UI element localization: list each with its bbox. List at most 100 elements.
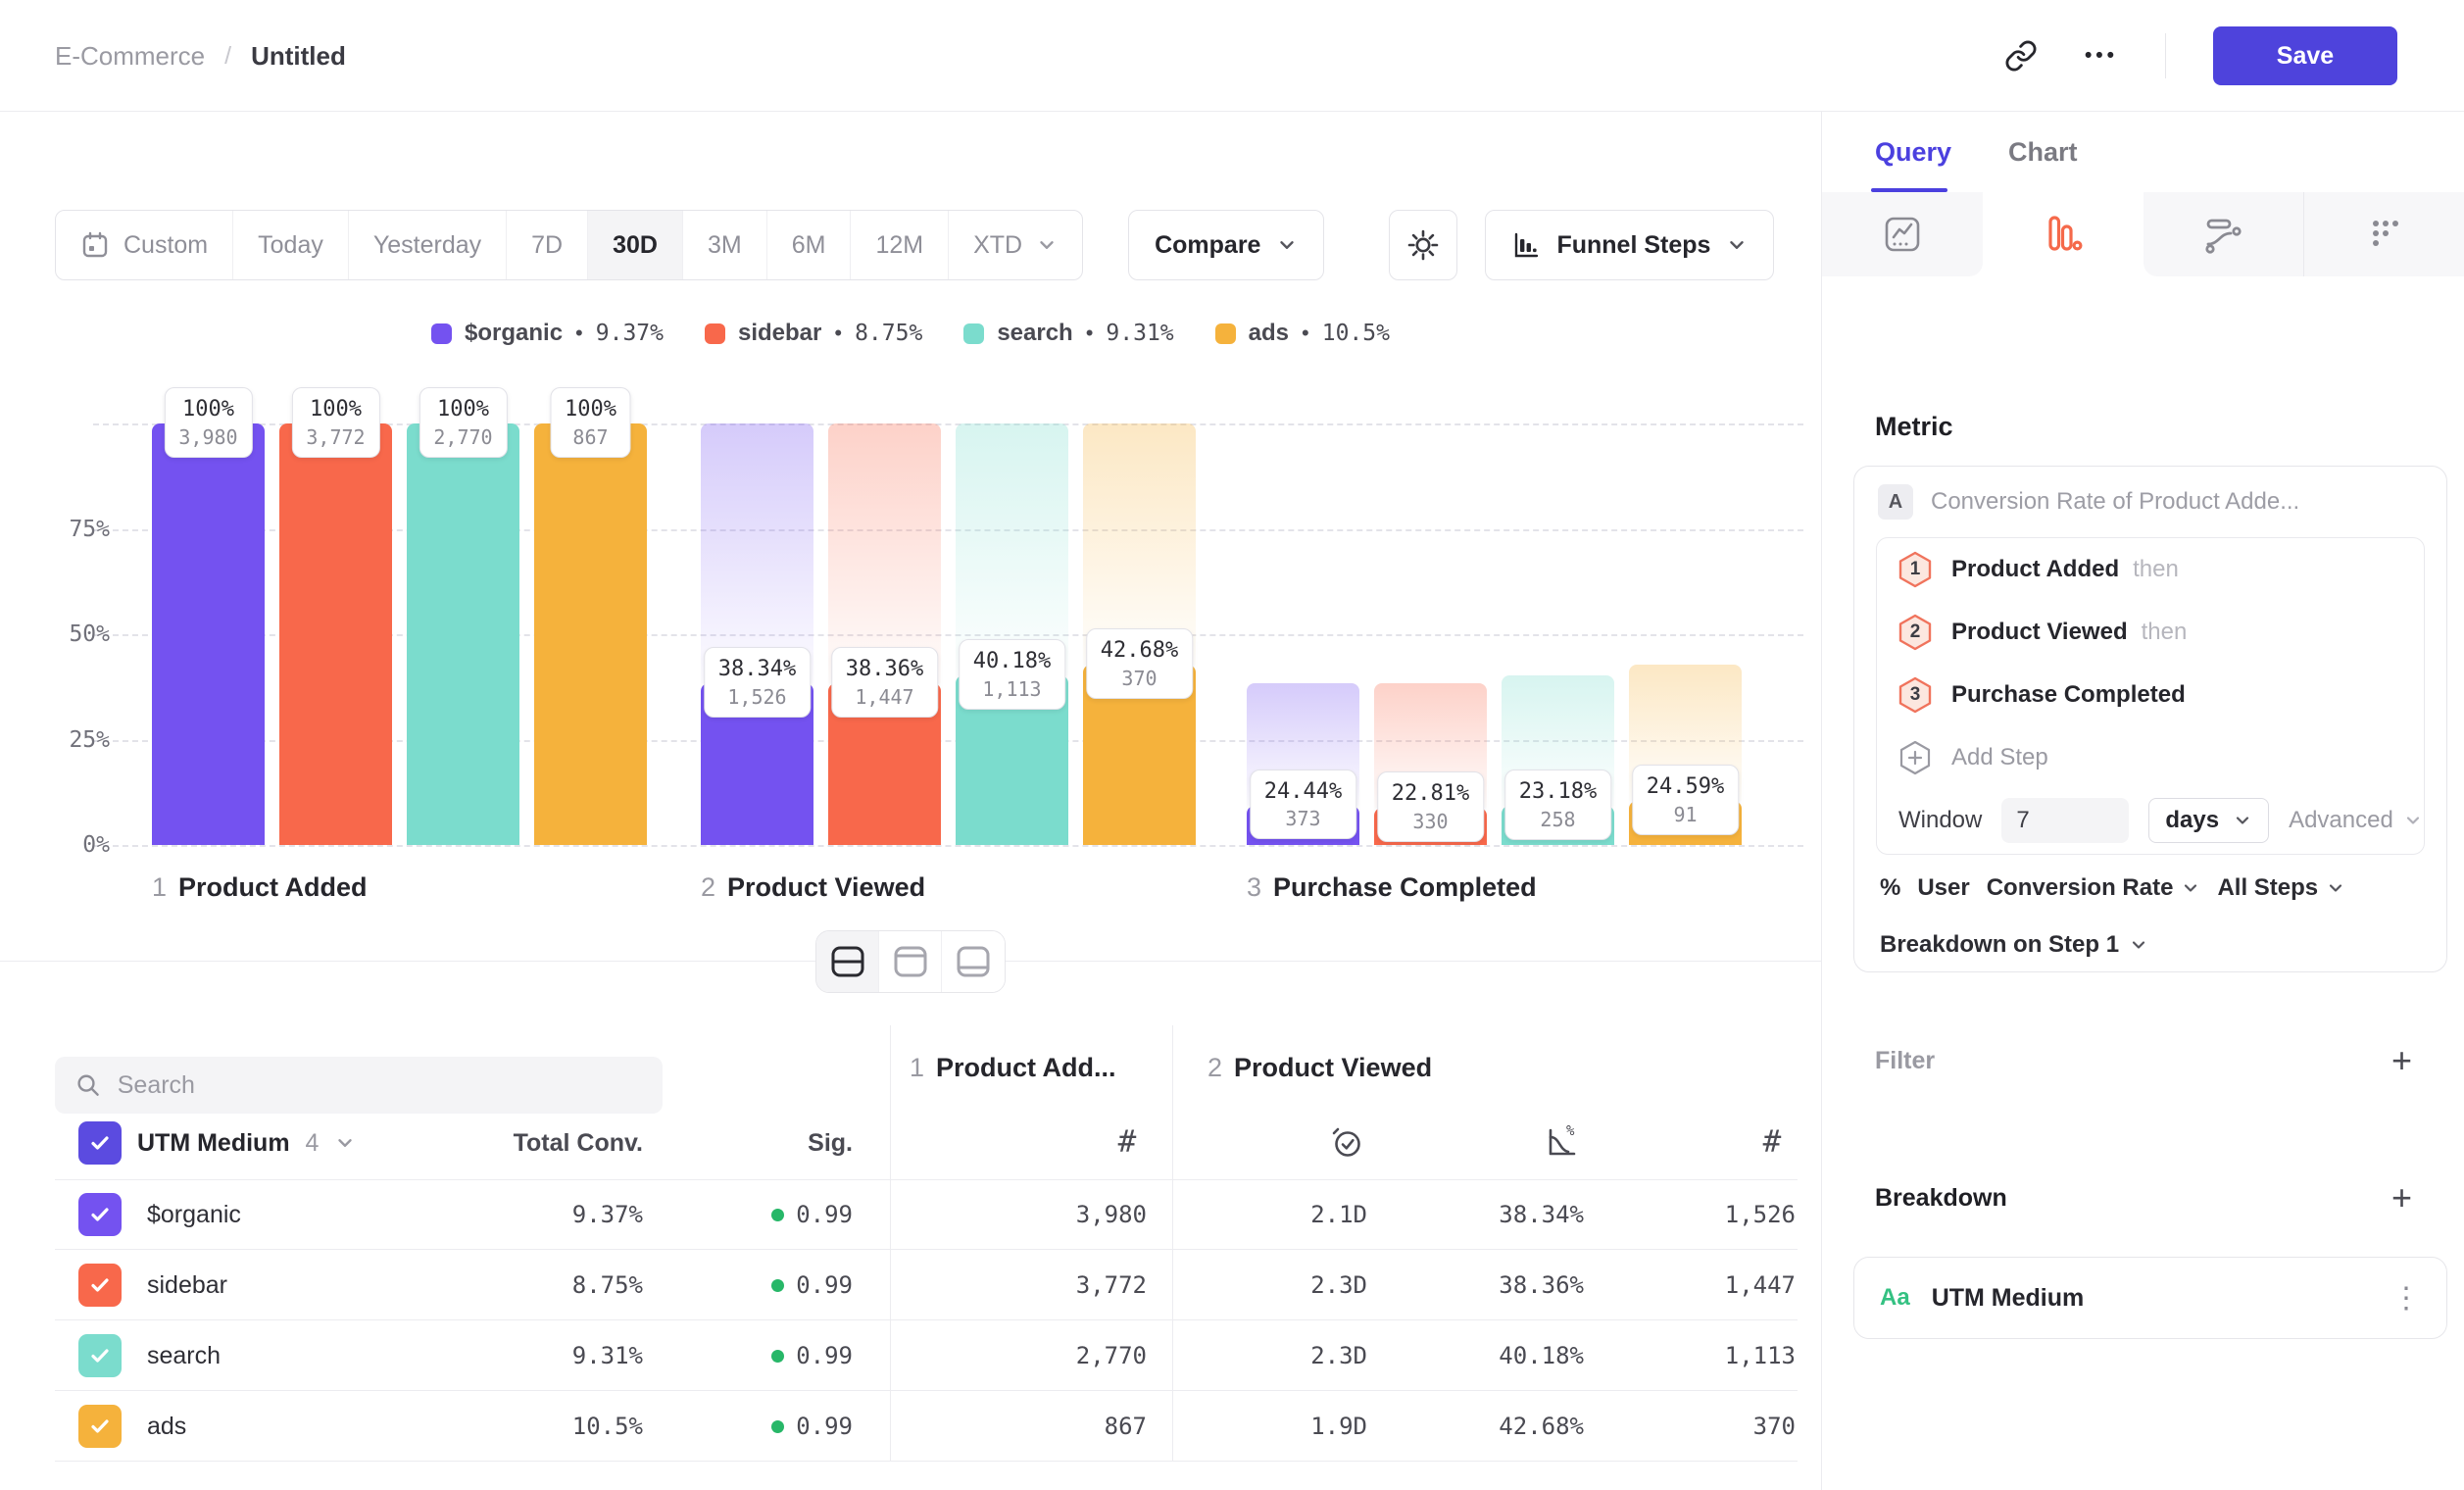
compare-button[interactable]: Compare [1128, 210, 1324, 280]
row-time-to-convert: 2.1D [1163, 1179, 1367, 1250]
breakdown-item[interactable]: Aa UTM Medium ⋮ [1853, 1257, 2447, 1339]
table-row-search[interactable]: search 9.31% 0.99 2,770 2.3D 40.18% 1,11… [55, 1320, 1798, 1391]
funnel-bar-organic-step1[interactable] [152, 423, 265, 845]
total-conv-header[interactable]: Total Conv. [396, 1116, 643, 1170]
row-checkbox[interactable] [78, 1193, 122, 1236]
step-number-badge: 2 [1898, 614, 1932, 651]
chevron-down-icon [2129, 935, 2148, 955]
metric-title-row[interactable]: A Conversion Rate of Product Adde... [1878, 482, 2299, 522]
row-conv-rate: 38.34% [1380, 1179, 1584, 1250]
range-12m[interactable]: 12M [851, 211, 949, 279]
sig-header[interactable]: Sig. [704, 1116, 853, 1170]
time-to-convert-column-icon[interactable] [1325, 1122, 1368, 1162]
report-type-funnels[interactable] [1983, 192, 2144, 276]
legend-item-search[interactable]: search•9.31% [963, 320, 1173, 347]
range-6m[interactable]: 6M [767, 211, 852, 279]
row-name: search [147, 1320, 221, 1391]
bar-value-label: 100%2,770 [419, 387, 507, 458]
bar-value-label: 42.68%370 [1086, 628, 1193, 699]
count-column-icon[interactable]: # [1750, 1122, 1794, 1162]
add-step-row[interactable]: Add Step [1877, 726, 2424, 789]
table-breakdown-header[interactable]: UTM Medium 4 [78, 1116, 356, 1170]
row-total-conv: 10.5% [396, 1391, 643, 1462]
table-row-ads[interactable]: ads 10.5% 0.99 867 1.9D 42.68% 370 [55, 1391, 1798, 1462]
y-axis-tick: 25% [29, 727, 110, 753]
report-type-retention[interactable] [2303, 192, 2464, 276]
chevron-down-icon [2403, 811, 2423, 830]
range-yesterday[interactable]: Yesterday [349, 211, 507, 279]
window-unit-select[interactable]: days [2148, 798, 2269, 843]
bar-value-label: 100%867 [550, 387, 631, 458]
row-checkbox[interactable] [78, 1334, 122, 1377]
save-button[interactable]: Save [2213, 26, 2397, 85]
select-all-checkbox[interactable] [78, 1121, 122, 1165]
metric-step-2[interactable]: 2 Product Viewed then [1877, 601, 2424, 664]
window-value-input[interactable] [2001, 798, 2129, 843]
layout-toggle [815, 930, 1006, 993]
add-filter-button[interactable]: + [2391, 1043, 2412, 1078]
layout-table-button[interactable] [942, 931, 1005, 992]
measure-entity[interactable]: User [1917, 874, 1969, 902]
conversion-rate-column-icon[interactable]: % [1541, 1122, 1584, 1162]
row-step1-count: 3,772 [921, 1250, 1147, 1320]
row-name: sidebar [147, 1250, 227, 1320]
row-checkbox[interactable] [78, 1405, 122, 1448]
share-link-icon[interactable] [2004, 39, 2038, 73]
bar-value-label: 100%3,980 [164, 387, 252, 458]
range-3m[interactable]: 3M [683, 211, 767, 279]
filter-label: Filter [1875, 1047, 1935, 1075]
table-step2-header[interactable]: 2Product Viewed [1207, 1048, 1432, 1087]
measure-type-select[interactable]: Conversion Rate [1987, 874, 2201, 902]
funnel-bar-ads-step1[interactable] [534, 423, 647, 845]
range-today[interactable]: Today [233, 211, 349, 279]
y-axis-tick: 0% [29, 832, 110, 858]
funnel-ghost-bar [956, 423, 1068, 675]
metric-step-1[interactable]: 1 Product Added then [1877, 538, 2424, 601]
advanced-toggle[interactable]: Advanced [2289, 807, 2423, 834]
breakdown-on-select[interactable]: Breakdown on Step 1 [1880, 927, 2148, 963]
funnel-ghost-bar [828, 423, 941, 683]
legend-item-organic[interactable]: $organic•9.37% [431, 320, 664, 347]
legend-swatch [431, 323, 452, 344]
chart-settings-button[interactable] [1389, 210, 1457, 280]
more-menu-icon[interactable]: ••• [2085, 44, 2118, 68]
table-row-sidebar[interactable]: sidebar 8.75% 0.99 3,772 2.3D 38.36% 1,4… [55, 1250, 1798, 1320]
search-input[interactable] [118, 1071, 643, 1100]
funnel-bar-sidebar-step1[interactable] [279, 423, 392, 845]
chart-view-selector[interactable]: Funnel Steps [1485, 210, 1774, 280]
count-column-icon[interactable]: # [1106, 1122, 1149, 1162]
layout-chart-button[interactable] [879, 931, 942, 992]
range-custom[interactable]: Custom [56, 211, 233, 279]
report-type-insights[interactable] [1822, 192, 1983, 276]
row-total-conv: 9.31% [396, 1320, 643, 1391]
metric-letter-badge: A [1878, 484, 1913, 520]
row-total-conv: 8.75% [396, 1250, 643, 1320]
layout-split-button[interactable] [816, 931, 879, 992]
range-xtd[interactable]: XTD [949, 211, 1082, 279]
measure-prefix: % [1880, 874, 1900, 902]
table-row-organic[interactable]: $organic 9.37% 0.99 3,980 2.1D 38.34% 1,… [55, 1179, 1798, 1250]
range-7d[interactable]: 7D [507, 211, 588, 279]
row-step2-count: 370 [1588, 1391, 1796, 1462]
tab-chart[interactable]: Chart [2008, 112, 2078, 192]
legend-swatch [1215, 323, 1236, 344]
table-search[interactable] [55, 1057, 663, 1114]
funnel-bar-search-step1[interactable] [407, 423, 519, 845]
add-breakdown-button[interactable]: + [2391, 1180, 2412, 1216]
metric-step-3[interactable]: 3 Purchase Completed [1877, 664, 2424, 726]
row-step2-count: 1,447 [1588, 1250, 1796, 1320]
report-type-flows[interactable] [2144, 192, 2304, 276]
tab-query[interactable]: Query [1875, 112, 1951, 192]
kebab-menu-icon[interactable]: ⋮ [2391, 1281, 2421, 1316]
breadcrumb-report-title[interactable]: Untitled [251, 41, 346, 72]
legend-item-sidebar[interactable]: sidebar•8.75% [705, 320, 922, 347]
measure-scope-select[interactable]: All Steps [2217, 874, 2345, 902]
row-checkbox[interactable] [78, 1264, 122, 1307]
table-step1-header[interactable]: 1Product Add... [910, 1048, 1116, 1087]
gridline [93, 845, 1803, 847]
range-30d[interactable]: 30D [588, 211, 683, 279]
step-number-badge: 3 [1898, 676, 1932, 714]
row-time-to-convert: 2.3D [1163, 1250, 1367, 1320]
breadcrumb-project[interactable]: E-Commerce [55, 41, 205, 72]
legend-item-ads[interactable]: ads•10.5% [1215, 320, 1390, 347]
